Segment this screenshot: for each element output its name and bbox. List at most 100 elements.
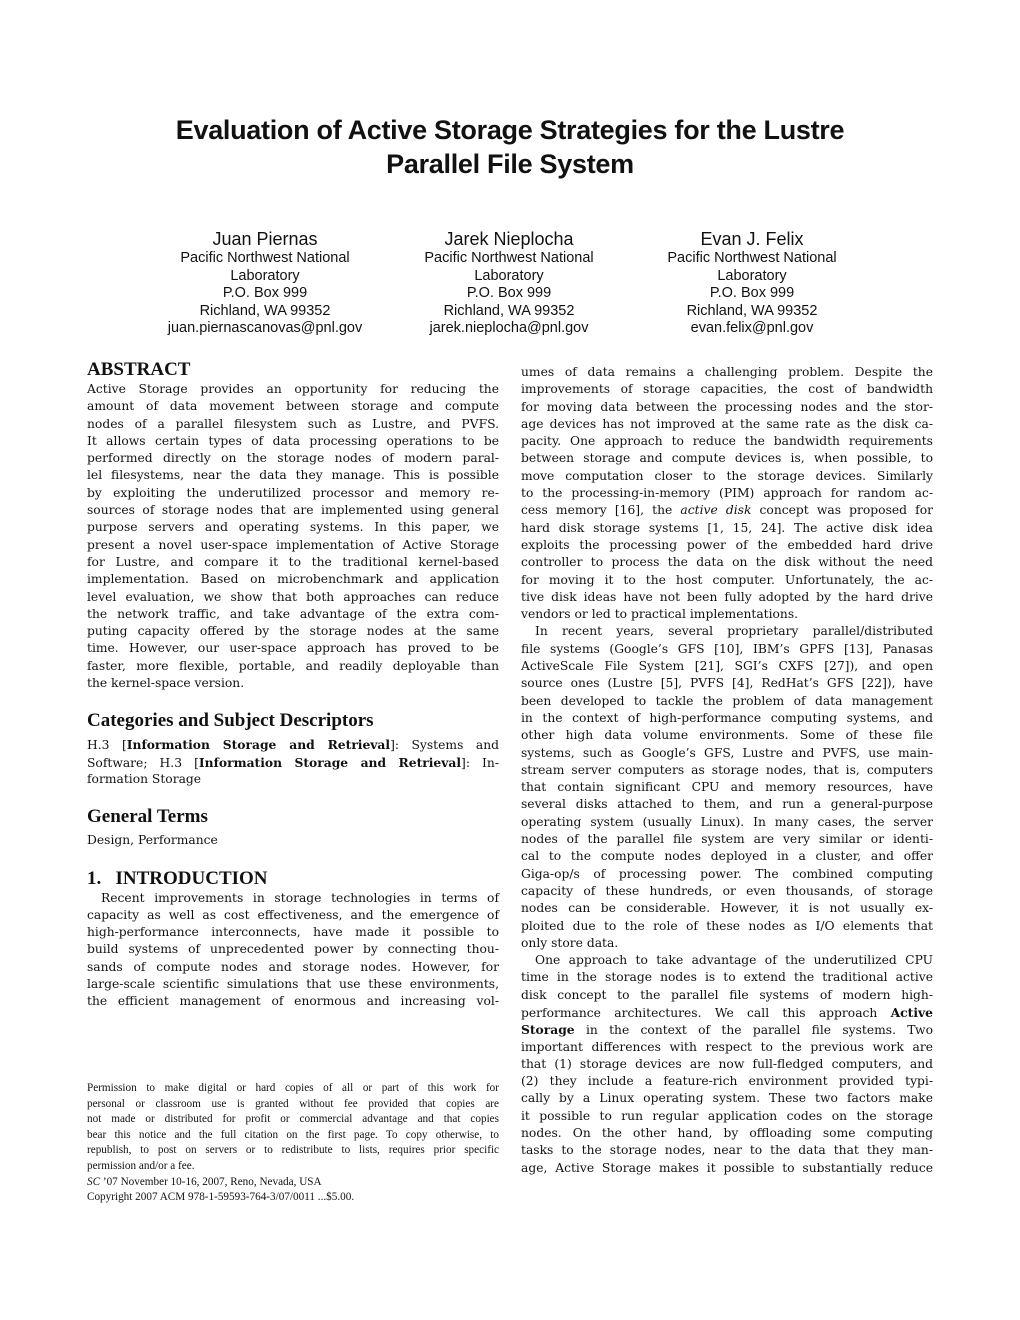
- general-terms-heading: General Terms: [87, 806, 208, 828]
- author-name: Juan Piernas: [212, 229, 318, 249]
- author-address: Richland, WA 99352: [686, 302, 818, 319]
- text-line: that (1) storage devices are now full-fl…: [521, 1056, 933, 1071]
- text-line: move computation closer to the storage d…: [521, 468, 933, 483]
- text-line: high-performance interconnects, have mad…: [87, 925, 499, 940]
- text-line: ActiveScale File System [21], SGI’s CXFS…: [521, 659, 933, 674]
- text-line: Recent improvements in storage technolog…: [101, 890, 499, 905]
- text-line: for Lustre, and compare it to the tradit…: [87, 554, 499, 569]
- text-line: Storage in the context of the parallel f…: [521, 1022, 933, 1038]
- text-line: nodes can be considerable. However, it i…: [521, 901, 933, 916]
- text-line: the efficient management of enormous and…: [87, 994, 499, 1009]
- text-line: age, Active Storage makes it possible to…: [521, 1160, 933, 1175]
- text-line: in the context of high-performance compu…: [521, 710, 933, 725]
- text-line: performance architectures. We call this …: [521, 1004, 933, 1020]
- paper-title-line: Parallel File System: [386, 149, 634, 179]
- text-line: several disks attached to them, and run …: [521, 797, 933, 812]
- text-line: Permission to make digital or hard copie…: [87, 1082, 499, 1094]
- author-email: evan.felix@pnl.gov: [690, 320, 814, 336]
- introduction-left-body: Recent improvements in storage technolog…: [87, 890, 499, 1011]
- text-line: pacity. One approach to reduce the bandw…: [521, 434, 933, 449]
- text-line: time in the storage nodes is to extend t…: [521, 970, 933, 985]
- text-line: stream server computers as storage nodes…: [521, 762, 933, 777]
- text-line: sands of compute nodes and storage nodes…: [87, 959, 499, 974]
- text-line: Giga-op/s of processing power. The combi…: [521, 866, 933, 881]
- text-line: permission and/or a fee.: [87, 1159, 195, 1172]
- author-email: jarek.nieplocha@pnl.gov: [429, 320, 589, 336]
- paper-title: Evaluation of Active Storage Strategies …: [0, 113, 1020, 181]
- text-line: systems, such as Google’s GFS, Lustre an…: [521, 745, 933, 760]
- text-line: ploited due to the role of these nodes a…: [521, 918, 933, 933]
- author-affiliation: Laboratory: [717, 267, 787, 284]
- text-line: implementation. Based on microbenchmark …: [87, 572, 499, 587]
- text-line: age devices has not improved at the same…: [521, 416, 933, 431]
- text-line: personal or classroom use is granted wit…: [87, 1097, 499, 1110]
- author-name: Evan J. Felix: [700, 229, 804, 249]
- text-line: by exploiting the underutilized processo…: [87, 485, 499, 500]
- text-line: other high data volume environments. Som…: [521, 728, 933, 743]
- text-line: (2) they include a feature-rich environm…: [521, 1074, 933, 1089]
- text-line: faster, more flexible, portable, and rea…: [87, 658, 499, 673]
- copyright-line: Copyright 2007 ACM 978-1-59593-764-3/07/…: [87, 1191, 355, 1204]
- text-line: republish, to post on servers or to redi…: [87, 1144, 499, 1157]
- text-line: not made or distributed for profit or co…: [87, 1113, 499, 1126]
- text-line: nodes of the parallel file system are ve…: [521, 832, 933, 847]
- author-card: Jarek Nieplocha Pacific Northwest Nation…: [379, 228, 639, 338]
- author-address: P.O. Box 999: [466, 285, 552, 301]
- general-terms-text: Design, Performance: [87, 833, 218, 848]
- text-line: important differences with respect to th…: [521, 1039, 933, 1054]
- text-line: It allows certain types of data processi…: [87, 433, 499, 448]
- text-line: Software; H.3 [Information Storage and R…: [87, 754, 499, 770]
- text-line: large-scale scientific simulations that …: [87, 977, 499, 992]
- text-line: file systems (Google’s GFS [10], IBM’s G…: [521, 641, 933, 656]
- text-line: Active Storage provides an opportunity f…: [87, 382, 499, 396]
- text-line: time. However, our user-space approach h…: [87, 641, 499, 656]
- text-line: capacity of these hundreds, or even thou…: [521, 883, 933, 898]
- text-line: operating system (usually Linux). In man…: [521, 814, 933, 829]
- text-line: present a novel user-space implementatio…: [87, 537, 499, 552]
- author-affiliation: Pacific Northwest National: [424, 250, 594, 266]
- text-line: to the processing-in-memory (PIM) approa…: [521, 486, 933, 501]
- text-line: it possible to run regular application c…: [521, 1108, 933, 1123]
- author-address: Richland, WA 99352: [199, 302, 331, 319]
- text-line: formation Storage: [87, 771, 202, 786]
- author-affiliation: Pacific Northwest National: [180, 250, 350, 266]
- text-line: H.3 [Information Storage and Retrieval]:…: [87, 737, 499, 753]
- introduction-heading: 1. INTRODUCTION: [87, 867, 268, 889]
- author-card: Evan J. Felix Pacific Northwest National…: [622, 228, 882, 338]
- right-column: umes of data remains a challenging probl…: [521, 364, 933, 1177]
- text-line: hard disk storage systems [1, 15, 24]. T…: [521, 520, 933, 535]
- permission-notice: Permission to make digital or hard copie…: [87, 1081, 499, 1206]
- text-line: disk concept to the parallel file system…: [521, 987, 933, 1002]
- text-line: puting capacity offered by the storage n…: [87, 624, 499, 639]
- categories-heading: Categories and Subject Descriptors: [87, 710, 374, 732]
- text-line: vendors or led to practical implementati…: [521, 607, 799, 622]
- categories-body: H.3 [Information Storage and Retrieval]:…: [87, 736, 499, 788]
- author-address: Richland, WA 99352: [443, 302, 575, 319]
- text-line: lel filesystems, near the data they mana…: [87, 468, 499, 483]
- conference-line: SC ’07 November 10-16, 2007, Reno, Nevad…: [87, 1175, 322, 1188]
- text-line: controller to process the data on the di…: [521, 555, 933, 570]
- text-line: nodes of a parallel filesystem such as L…: [87, 416, 499, 431]
- author-affiliation: Laboratory: [474, 267, 544, 284]
- author-card: Juan Piernas Pacific Northwest National …: [135, 228, 395, 338]
- paper-title-line: Evaluation of Active Storage Strategies …: [175, 115, 845, 145]
- text-line: source ones (Lustre [5], PVFS [4], RedHa…: [521, 676, 933, 691]
- abstract-body: Active Storage provides an opportunity f…: [87, 381, 499, 692]
- author-address: P.O. Box 999: [222, 285, 308, 301]
- text-line: been developed to tackle the problem of …: [521, 693, 933, 708]
- text-line: performed directly on the storage nodes …: [87, 451, 499, 466]
- text-line: umes of data remains a challenging probl…: [521, 365, 933, 379]
- text-line: improvements of storage capacities, the …: [521, 382, 933, 397]
- text-line: tasks to the storage nodes, near to the …: [521, 1143, 933, 1158]
- text-line: In recent years, several proprietary par…: [535, 624, 933, 639]
- author-affiliation: Laboratory: [230, 267, 300, 284]
- text-line: that contain significant CPU and memory …: [521, 780, 933, 795]
- author-email: juan.piernascanovas@pnl.gov: [167, 320, 363, 336]
- text-line: for moving it to the host computer. Unfo…: [521, 572, 933, 587]
- text-line: cally by a Linux operating system. These…: [521, 1091, 933, 1106]
- text-line: amount of data movement between storage …: [87, 399, 499, 414]
- text-line: build systems of unprecedented power by …: [87, 942, 499, 957]
- text-line: cal to the compute nodes deployed in a c…: [521, 849, 933, 864]
- text-line: sources of storage nodes that are implem…: [87, 503, 499, 518]
- author-affiliation: Pacific Northwest National: [667, 250, 837, 266]
